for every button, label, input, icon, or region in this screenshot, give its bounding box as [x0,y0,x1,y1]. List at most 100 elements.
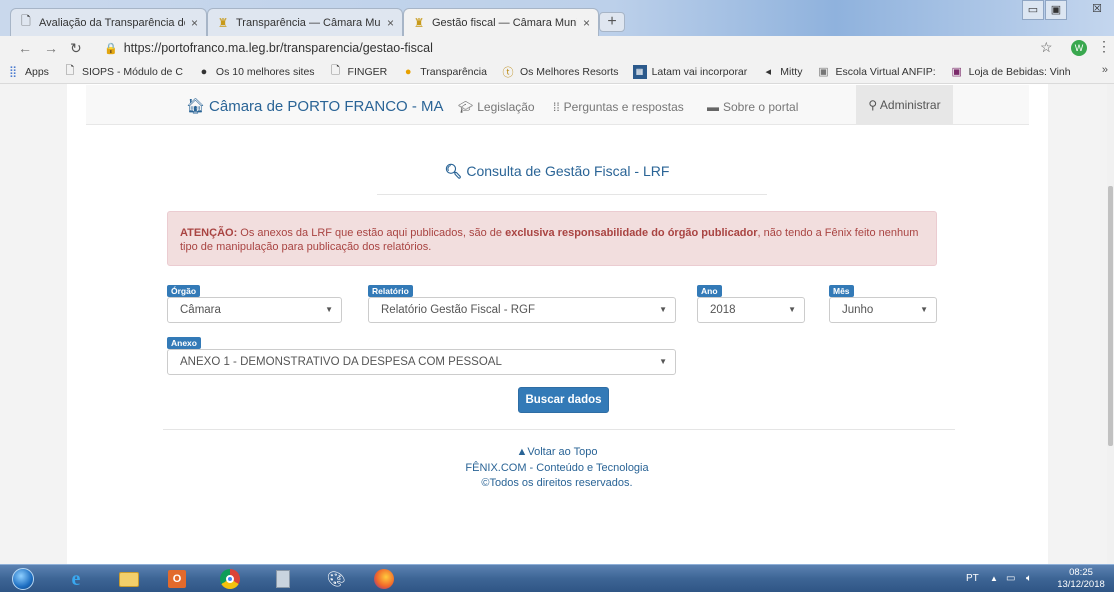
tab-close-icon[interactable]: × [583,16,590,30]
monitor-icon: ▬ [707,100,719,114]
bookmark-label: Os 10 melhores sites [215,65,315,78]
window-maximize-button[interactable]: ▣ [1045,0,1067,20]
taskbar-paint[interactable]: 🎨︎ [319,568,353,590]
link-chain-icon: ⚲︎ [868,98,878,112]
tab-title: Avaliação da Transparência dos I [39,16,185,29]
tray-expand-icon[interactable]: ▲ [990,565,998,592]
resort-logo-icon: ⓣ [502,66,514,79]
relatorio-select[interactable]: Relatório Gestão Fiscal - RGF ▼ [368,297,676,323]
bookmarks-overflow-button[interactable]: » [1102,64,1108,76]
chevron-down-icon: ▼ [788,305,796,314]
back-to-top-link[interactable]: ▲Voltar ao Topo [0,446,1114,458]
new-tab-button[interactable]: + [599,12,625,32]
bookmark-finger[interactable]: 🗋 FINGER [329,65,387,79]
mes-label: Mês [829,285,854,297]
news-logo-icon: ▦ [632,64,647,79]
menu-kebab-icon[interactable]: ⋮ [1097,38,1111,55]
clock-date: 13/12/2018 [1057,579,1105,590]
anexo-label: Anexo [167,337,201,349]
bookmark-escola-anfip[interactable]: ▣ Escola Virtual ANFIP: [816,65,935,79]
graduation-cap-icon: 🎓︎ [458,100,474,114]
firefox-icon [374,569,394,589]
page-icon: 🗋 [65,65,75,77]
scrollbar-thumb[interactable] [1108,186,1113,446]
bookmark-label: Transparência [420,65,487,78]
warning-alert: ATENÇÃO: Os anexos da LRF que estão aqui… [167,211,937,266]
shop-logo-icon: ▣ [951,66,962,78]
tab-close-icon[interactable]: × [191,16,198,30]
tab-title: Gestão fiscal — Câmara Municip [432,16,577,29]
footer-company[interactable]: FÊNIX.COM - Conteúdo e Tecnologia [0,462,1114,474]
nav-link-perguntas[interactable]: ⁞⁞ Perguntas e respostas [553,100,684,114]
chevron-up-icon: ▲ [516,446,528,458]
page-scrollbar[interactable] [1107,84,1114,564]
system-clock[interactable]: 08:25 13/12/2018 [1052,567,1110,591]
nav-link-sobre[interactable]: ▬ Sobre o portal [707,100,798,114]
bookmark-mitty[interactable]: ◂ Mitty [761,65,803,79]
forward-arrow-icon[interactable]: → [44,39,58,57]
nav-link-legislacao[interactable]: 🎓︎ Legislação [458,100,535,114]
bookmark-transparencia[interactable]: ● Transparência [401,65,487,79]
outlook-icon: O [168,570,186,588]
chrome-icon [220,569,240,589]
nav-link-label: Legislação [477,100,535,114]
alert-strong: exclusiva responsabilidade do órgão publ… [505,227,758,239]
volume-icon[interactable]: 🔈︎ [1026,565,1032,592]
taskbar-calculator[interactable] [266,568,300,590]
start-button[interactable] [6,568,40,590]
relatorio-value: Relatório Gestão Fiscal - RGF [381,304,536,316]
site-brand-link[interactable]: 🏠︎ Câmara de PORTO FRANCO - MA [186,97,444,115]
clock-time: 08:25 [1069,567,1093,578]
search-icon: 🔍︎ [444,163,463,179]
address-bar[interactable]: 🔒 https://portofranco.ma.leg.br/transpare… [104,38,433,59]
bookmark-siops[interactable]: 🗋 SIOPS - Módulo de C [63,65,183,79]
nav-link-administrar[interactable]: ⚲︎ Administrar [856,85,953,125]
chevron-down-icon: ▼ [920,305,928,314]
window-minimize-button[interactable]: ▭ [1022,0,1044,20]
page-container [67,84,1048,564]
circle-logo-icon: ● [200,65,208,78]
bookmark-latam[interactable]: ▦ Latam vai incorporar [632,64,747,79]
tab-close-icon[interactable]: × [387,16,394,30]
language-indicator[interactable]: PT [966,565,979,592]
network-icon[interactable]: ▭ [1006,565,1015,592]
bookmark-apps[interactable]: ⣿ Apps [6,65,49,79]
alert-text: Os anexos da LRF que estão aqui publicad… [237,227,506,239]
bookmark-star-icon[interactable]: ☆ [1040,39,1053,56]
buscar-dados-button[interactable]: Buscar dados [518,387,609,413]
window-close-button[interactable]: ☒ [1084,0,1110,20]
page-title-text: Consulta de Gestão Fiscal - LRF [466,163,670,179]
taskbar-outlook[interactable]: O [160,568,194,590]
reload-icon[interactable]: ↻ [70,39,82,57]
bookmark-10-melhores[interactable]: ● Os 10 melhores sites [197,65,315,79]
browser-tab-transparencia[interactable]: ♜ Transparência — Câmara Municip × [207,8,403,36]
profile-avatar[interactable]: W [1071,40,1087,56]
title-divider [377,194,767,195]
paint-palette-icon: 🎨︎ [326,571,346,588]
page-icon: 🗋 [331,65,340,77]
bookmark-label: Mitty [780,65,803,78]
bookmark-loja-bebidas[interactable]: ▣ Loja de Bebidas: Vinh [950,65,1071,79]
windows-orb-icon [12,568,34,590]
mes-select[interactable]: Junho ▼ [829,297,937,323]
taskbar-firefox[interactable] [367,568,401,590]
taskbar-ie[interactable]: e [59,568,93,590]
ano-select[interactable]: 2018 ▼ [697,297,805,323]
orgao-select[interactable]: Câmara ▼ [167,297,342,323]
bookmark-label: Loja de Bebidas: Vinh [968,65,1071,78]
taskbar-chrome[interactable] [213,568,247,590]
calculator-icon [276,570,290,588]
browser-tab-avaliacao[interactable]: 🗋 Avaliação da Transparência dos I × [10,8,207,36]
anexo-select[interactable]: ANEXO 1 - DEMONSTRATIVO DA DESPESA COM P… [167,349,676,375]
bookmark-resorts[interactable]: ⓣ Os Melhores Resorts [501,65,618,79]
ano-label: Ano [697,285,722,297]
tab-title: Transparência — Câmara Municip [236,16,381,29]
brand-text: Câmara de PORTO FRANCO - MA [209,98,444,115]
browser-tab-gestao-fiscal[interactable]: ♜ Gestão fiscal — Câmara Municip × [403,8,599,36]
windows-taskbar: e O 🎨︎ PT ▲ ▭ 🔈︎ 08:25 13/12/2018 [0,564,1114,592]
back-arrow-icon[interactable]: ← [18,39,32,57]
sitemap-icon: ⁞⁞ [553,100,560,114]
taskbar-explorer[interactable] [112,568,146,590]
browser-tab-strip: 🗋 Avaliação da Transparência dos I × ♜ T… [0,0,1114,36]
orgao-label: Órgão [167,285,201,297]
